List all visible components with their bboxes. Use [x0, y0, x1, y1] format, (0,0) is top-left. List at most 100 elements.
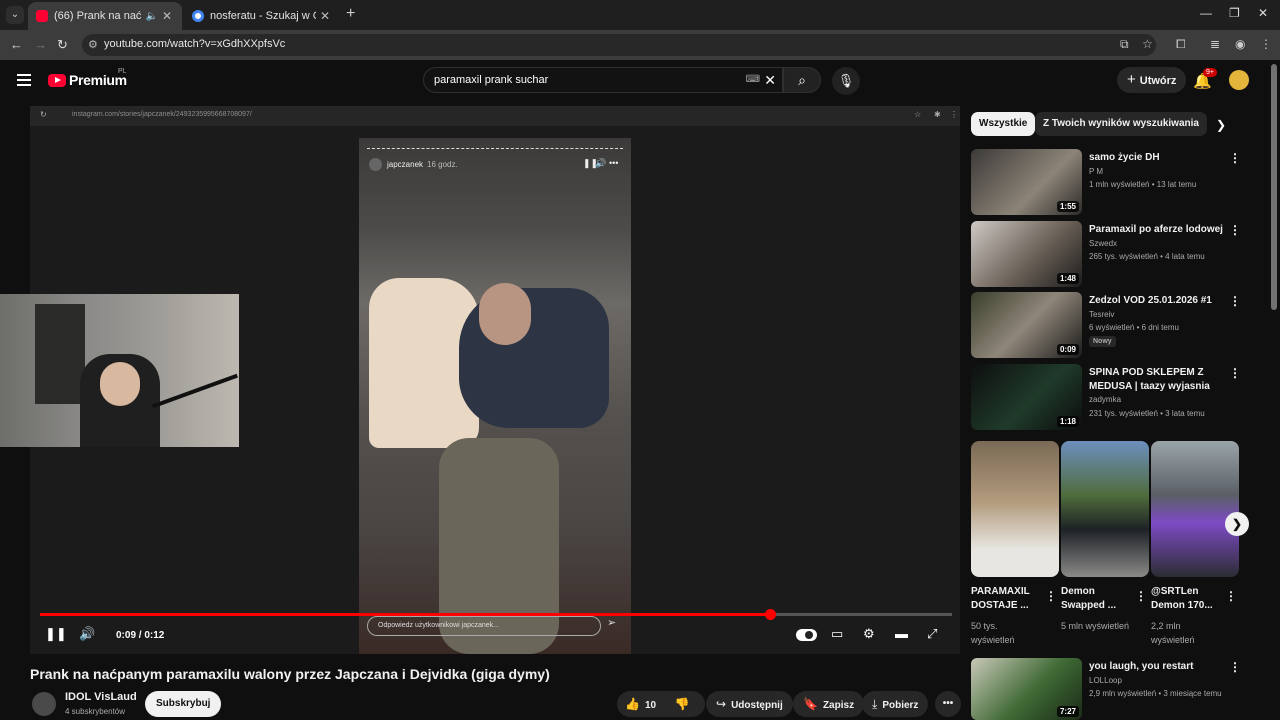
voice-search-button[interactable]: 🎙 [832, 67, 860, 95]
video-thumbnail[interactable]: 1:18 [971, 364, 1082, 430]
more-vert-icon[interactable]: ⋮ [1225, 589, 1237, 603]
channel-subscribers: 4 subskrybentów [65, 707, 126, 716]
share-button[interactable]: ↪ Udostępnij [706, 691, 793, 717]
menu-icon[interactable] [17, 74, 31, 86]
like-icon[interactable]: 👍 [625, 697, 640, 711]
short-thumbnail[interactable] [1061, 441, 1149, 577]
recommendation-title[interactable]: samo życie DH [1089, 151, 1227, 165]
recommendation-item[interactable]: 1:55 samo życie DH P M 1 mln wyświetleń … [971, 149, 1241, 217]
recommendation-item[interactable]: 0:09 Zedzol VOD 25.01.2026 #1 Tesreiv 6 … [971, 292, 1241, 360]
chip-from-search[interactable]: Z Twoich wyników wyszukiwania [1035, 112, 1207, 136]
bookmark-star-icon[interactable]: ☆ [1142, 37, 1153, 51]
video-thumbnail[interactable]: 1:48 [971, 221, 1082, 287]
short-item[interactable]: @SRTLen Demon 170... 2,2 mln wyświetleń … [1151, 441, 1239, 647]
site-info-icon[interactable]: ⚙ [88, 38, 98, 51]
volume-icon[interactable]: 🔊 [79, 626, 95, 642]
theater-mode-icon[interactable]: ▬ [895, 626, 908, 641]
like-dislike-group: 👍 10 👎 [617, 691, 705, 717]
search-input[interactable]: paramaxil prank suchar ⌨ ✕ [423, 67, 783, 93]
recommendation-item[interactable]: 1:18 SPINA POD SKLEPEM Z MEDUSA | taazy … [971, 364, 1241, 432]
save-button[interactable]: 🔖 Zapisz [793, 691, 865, 717]
window-close-icon[interactable]: ✕ [1258, 6, 1268, 20]
recommendation-channel[interactable]: P M [1089, 167, 1103, 176]
recommendation-title[interactable]: Paramaxil po aferze lodowej [1089, 223, 1227, 237]
recommendation-title[interactable]: Zedzol VOD 25.01.2026 #1 [1089, 294, 1227, 308]
more-vert-icon[interactable]: ⋮ [1229, 294, 1241, 308]
short-item[interactable]: Demon Swapped ... 5 mln wyświetleń ⋮ [1061, 441, 1149, 633]
short-title[interactable]: @SRTLen Demon 170... [1151, 585, 1223, 613]
tab-google[interactable]: nosferatu - Szukaj w Google ✕ [184, 2, 340, 30]
browser-menu-icon[interactable]: ⋮ [1260, 37, 1272, 51]
instagram-story-frame: japczanek 16 godz. ❚❚ 🔊 ••• Odpowiedz uż… [359, 138, 631, 654]
short-thumbnail[interactable] [971, 441, 1059, 577]
tab-search-icon[interactable]: ⌄ [6, 6, 24, 24]
progress-scrubber[interactable] [764, 609, 776, 620]
account-avatar[interactable] [1229, 70, 1249, 90]
download-icon: ⤓ [872, 697, 878, 711]
short-thumbnail[interactable] [1151, 441, 1239, 577]
video-thumbnail[interactable]: 1:55 [971, 149, 1082, 215]
recommendation-channel[interactable]: Szwedx [1089, 239, 1117, 248]
chevron-right-icon[interactable]: ❯ [1216, 118, 1226, 132]
reload-icon[interactable]: ↻ [57, 37, 68, 53]
create-button[interactable]: + Utwórz [1117, 67, 1187, 93]
recommendation-title[interactable]: SPINA POD SKLEPEM Z MEDUSA | taazy wyjas… [1089, 366, 1227, 394]
media-control-icon[interactable]: ≣ [1210, 37, 1220, 51]
profile-icon[interactable]: ◉ [1235, 37, 1245, 51]
short-views: 50 tys. wyświetleń [971, 621, 1015, 645]
progress-bar[interactable] [40, 609, 952, 620]
more-vert-icon[interactable]: ⋮ [1229, 366, 1241, 380]
dislike-icon[interactable]: 👎 [675, 697, 690, 711]
youtube-logo[interactable]: Premium PL [48, 68, 127, 88]
more-vert-icon[interactable]: ⋮ [1229, 151, 1241, 165]
tab-close-icon[interactable]: ✕ [162, 9, 172, 23]
more-vert-icon[interactable]: ⋮ [1229, 660, 1241, 674]
download-button[interactable]: ⤓ Pobierz [862, 691, 929, 717]
short-views: 5 mln wyświetleń [1061, 621, 1130, 631]
recommendation-title[interactable]: you laugh, you restart [1089, 660, 1227, 674]
back-icon[interactable]: ← [10, 37, 23, 52]
channel-name[interactable]: IDOL VisLaud [65, 691, 137, 703]
recommendation-item[interactable]: 7:27 you laugh, you restart LOLLoop 2,9 … [971, 658, 1241, 720]
more-actions-button[interactable]: ••• [935, 691, 961, 717]
recommendation-item[interactable]: 1:48 Paramaxil po aferze lodowej Szwedx … [971, 221, 1241, 289]
recommendation-meta: 6 wyświetleń • 6 dni temu [1089, 323, 1179, 332]
tab-audio-icon[interactable]: 🔈 [145, 11, 157, 22]
short-item[interactable]: PARAMAXIL DOSTAJE ... 50 tys. wyświetleń… [971, 441, 1059, 647]
tab-youtube[interactable]: (66) Prank na naćpanym pa 🔈 ✕ [28, 2, 182, 30]
keyboard-icon[interactable]: ⌨ [746, 74, 760, 85]
search-button[interactable]: ⌕ [783, 67, 821, 93]
install-app-icon[interactable]: ⧉ [1120, 37, 1129, 52]
maximize-icon[interactable]: ❐ [1229, 6, 1240, 20]
short-title[interactable]: PARAMAXIL DOSTAJE ... [971, 585, 1043, 613]
page-scrollbar[interactable] [1271, 64, 1277, 310]
story-volume-icon: 🔊 [595, 158, 607, 168]
recommendation-channel[interactable]: LOLLoop [1089, 676, 1122, 685]
forward-icon[interactable]: → [34, 37, 47, 52]
extensions-icon[interactable]: ⧠ [1176, 37, 1186, 52]
fullscreen-icon[interactable]: ⤢ [927, 626, 937, 642]
tab-close-icon[interactable]: ✕ [320, 9, 330, 23]
video-thumbnail[interactable]: 7:27 [971, 658, 1082, 720]
more-vert-icon[interactable]: ⋮ [1135, 589, 1147, 603]
channel-avatar[interactable] [32, 692, 56, 716]
recommendation-channel[interactable]: zadymka [1089, 395, 1121, 404]
more-vert-icon[interactable]: ⋮ [1045, 589, 1057, 603]
url-field[interactable]: ⚙ youtube.com/watch?v=xGdhXXpfsVc ⧉ ☆ [82, 34, 1156, 56]
clear-search-icon[interactable]: ✕ [764, 72, 776, 89]
subscribe-button[interactable]: Subskrybuj [145, 691, 222, 717]
video-thumbnail[interactable]: 0:09 [971, 292, 1082, 358]
more-vert-icon[interactable]: ⋮ [1229, 223, 1241, 237]
autoplay-toggle[interactable] [796, 629, 817, 641]
like-count[interactable]: 10 [645, 700, 656, 711]
embedded-extension-icon: ✱ [934, 110, 941, 119]
settings-gear-icon[interactable]: ⚙ [863, 626, 875, 642]
chip-all[interactable]: Wszystkie [971, 112, 1036, 136]
pause-icon[interactable]: ❚❚ [45, 626, 67, 642]
new-tab-icon[interactable]: + [346, 5, 355, 23]
subtitles-icon[interactable]: ▭ [831, 626, 843, 642]
minimize-icon[interactable]: — [1200, 6, 1212, 20]
short-title[interactable]: Demon Swapped ... [1061, 585, 1133, 613]
shorts-next-chevron-icon[interactable]: ❯ [1225, 512, 1249, 536]
recommendation-channel[interactable]: Tesreiv [1089, 310, 1114, 319]
